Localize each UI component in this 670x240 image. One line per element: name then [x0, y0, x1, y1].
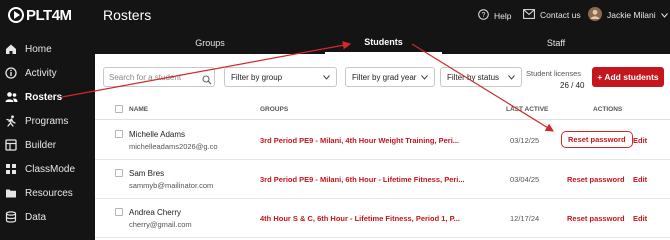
tab-groups[interactable]: Groups: [95, 32, 325, 54]
grad-year-filter-label: Filter by grad year: [352, 72, 417, 82]
column-name[interactable]: NAME: [129, 106, 148, 113]
user-name: Jackie Milani: [607, 10, 656, 20]
sidebar-item-label: Data: [25, 211, 47, 223]
roster-tabs: Groups Students Staff: [95, 32, 670, 54]
select-all-checkbox[interactable]: [115, 105, 123, 113]
group-filter[interactable]: Filter by group: [224, 67, 337, 87]
student-name: Andrea Cherry: [129, 208, 182, 217]
sidebar-item-home[interactable]: Home: [0, 37, 95, 61]
folder-icon: [4, 186, 18, 200]
home-icon: [4, 42, 18, 56]
help-link[interactable]: ? Help: [478, 9, 511, 22]
grid-icon: [4, 162, 18, 176]
group-filter-label: Filter by group: [231, 72, 283, 82]
sidebar-item-label: Home: [25, 43, 52, 55]
table-row: Sam Bres sammyb@mailinator.com 3rd Perio…: [95, 160, 670, 199]
table-row: Michelle Adams michelleadams2026@g.co 3r…: [95, 121, 670, 160]
svg-text:?: ?: [482, 12, 486, 19]
users-icon: [4, 90, 18, 104]
play-logo-icon: [8, 7, 24, 23]
row-checkbox[interactable]: [115, 130, 123, 138]
top-bar: Rosters ? Help Contact us Jackie Milani: [95, 0, 670, 32]
chevron-down-icon: [508, 73, 515, 82]
contact-link[interactable]: Contact us: [523, 9, 581, 21]
runner-icon: [4, 114, 18, 128]
reset-password-button[interactable]: Reset password: [561, 131, 633, 148]
sidebar-item-classmode[interactable]: ClassMode: [0, 157, 95, 181]
sidebar-item-label: Activity: [25, 67, 57, 79]
logo[interactable]: PLT4M: [8, 4, 72, 26]
help-label: Help: [494, 10, 512, 21]
student-name: Sam Bres: [129, 169, 165, 178]
sidebar-item-builder[interactable]: Builder: [0, 133, 95, 157]
logo-text: PLT4M: [26, 6, 72, 24]
student-groups-link[interactable]: 4th Hour S & C, 6th Hour - Lifetime Fitn…: [260, 214, 460, 223]
student-email: michelleadams2026@g.co: [129, 142, 218, 151]
last-active-date: 12/17/24: [510, 214, 540, 223]
row-checkbox[interactable]: [115, 208, 123, 216]
builder-icon: [4, 138, 18, 152]
status-filter[interactable]: Filter by status: [440, 67, 522, 87]
add-students-button[interactable]: + Add students: [592, 67, 664, 87]
column-actions: ACTIONS: [593, 106, 623, 113]
licenses-label: Student licenses: [526, 69, 582, 78]
sidebar-item-label: Resources: [25, 187, 73, 199]
sidebar-item-label: Rosters: [25, 91, 63, 103]
edit-button[interactable]: Edit: [633, 214, 647, 223]
tab-staff[interactable]: Staff: [442, 32, 670, 54]
sidebar-item-data[interactable]: Data: [0, 205, 95, 229]
sidebar-item-label: Programs: [25, 115, 69, 127]
chevron-down-icon: [323, 73, 330, 82]
sidebar-item-label: ClassMode: [25, 163, 76, 175]
column-last-active[interactable]: LAST ACTIVE: [506, 106, 548, 113]
reset-password-button[interactable]: Reset password: [567, 175, 625, 184]
last-active-date: 03/04/25: [510, 175, 540, 184]
status-filter-label: Filter by status: [447, 72, 500, 82]
page-title: Rosters: [103, 7, 152, 23]
sidebar-item-rosters[interactable]: Rosters: [0, 85, 95, 109]
avatar: [588, 7, 602, 23]
sidebar-item-programs[interactable]: Programs: [0, 109, 95, 133]
help-icon: ?: [478, 9, 489, 22]
sidebar: PLT4M Home Activity Rosters Programs Bui…: [0, 0, 95, 240]
info-icon: [4, 66, 18, 80]
filter-bar: Search for a student Filter by group Fil…: [95, 54, 670, 100]
user-menu[interactable]: Jackie Milani: [588, 7, 668, 23]
student-groups-link[interactable]: 3rd Period PE9 - Milani, 4th Hour Weight…: [260, 136, 459, 145]
edit-button[interactable]: Edit: [633, 136, 647, 145]
search-input[interactable]: Search for a student: [103, 67, 215, 87]
chevron-down-icon: [660, 10, 668, 20]
contact-label: Contact us: [540, 10, 581, 20]
edit-button[interactable]: Edit: [633, 175, 647, 184]
sidebar-item-resources[interactable]: Resources: [0, 181, 95, 205]
licenses-count: 26 / 40: [560, 81, 585, 90]
grad-year-filter[interactable]: Filter by grad year: [345, 67, 435, 87]
student-groups-link[interactable]: 3rd Period PE9 - Milani, 6th Hour - Life…: [260, 175, 465, 184]
table-row: Andrea Cherry cherry@gmail.com 4th Hour …: [95, 199, 670, 238]
student-email: cherry@gmail.com: [129, 220, 192, 229]
student-name: Michelle Adams: [129, 130, 186, 139]
student-email: sammyb@mailinator.com: [129, 181, 214, 190]
mail-icon: [523, 9, 535, 21]
reset-password-button[interactable]: Reset password: [567, 214, 625, 223]
tab-students[interactable]: Students: [325, 32, 442, 54]
table-header: NAME GROUPS LAST ACTIVE ACTIONS: [95, 100, 670, 120]
column-groups: GROUPS: [260, 106, 289, 113]
chevron-down-icon: [421, 73, 428, 82]
last-active-date: 03/12/25: [510, 136, 540, 145]
sidebar-item-label: Builder: [25, 139, 57, 151]
sidebar-item-activity[interactable]: Activity: [0, 61, 95, 85]
row-checkbox[interactable]: [115, 169, 123, 177]
search-icon[interactable]: [202, 72, 212, 90]
database-icon: [4, 210, 18, 224]
